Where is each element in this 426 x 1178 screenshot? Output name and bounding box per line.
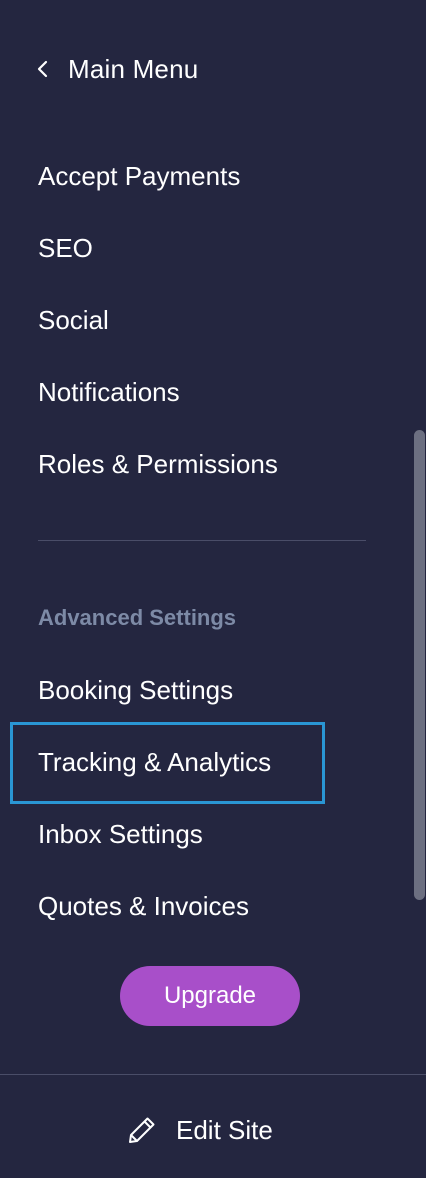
footer-divider [0,1074,426,1075]
upgrade-button[interactable]: Upgrade [120,966,300,1026]
scrollbar[interactable] [412,0,426,1070]
section-divider [38,540,366,541]
menu-item-booking-settings[interactable]: Booking Settings [38,674,233,706]
menu-item-tracking-analytics[interactable]: Tracking & Analytics [38,746,271,778]
menu-item-inbox-settings[interactable]: Inbox Settings [38,818,203,850]
menu-item-seo[interactable]: SEO [38,232,93,264]
edit-site-button[interactable]: Edit Site [126,1110,273,1150]
menu-item-accept-payments[interactable]: Accept Payments [38,160,240,192]
menu-item-quotes-invoices[interactable]: Quotes & Invoices [38,890,249,922]
pencil-icon [129,1117,155,1143]
scrollbar-thumb[interactable] [414,430,425,900]
back-label: Main Menu [68,53,199,84]
settings-side-panel: Main Menu Accept Payments SEO Social Not… [0,0,426,1178]
menu-item-notifications[interactable]: Notifications [38,376,180,408]
chevron-left-icon [37,60,48,78]
edit-site-label: Edit Site [176,1114,273,1145]
menu-item-social[interactable]: Social [38,304,109,336]
menu-item-roles-permissions[interactable]: Roles & Permissions [38,448,278,480]
advanced-settings-header: Advanced Settings [38,605,237,630]
back-to-main-menu[interactable]: Main Menu [36,50,198,88]
